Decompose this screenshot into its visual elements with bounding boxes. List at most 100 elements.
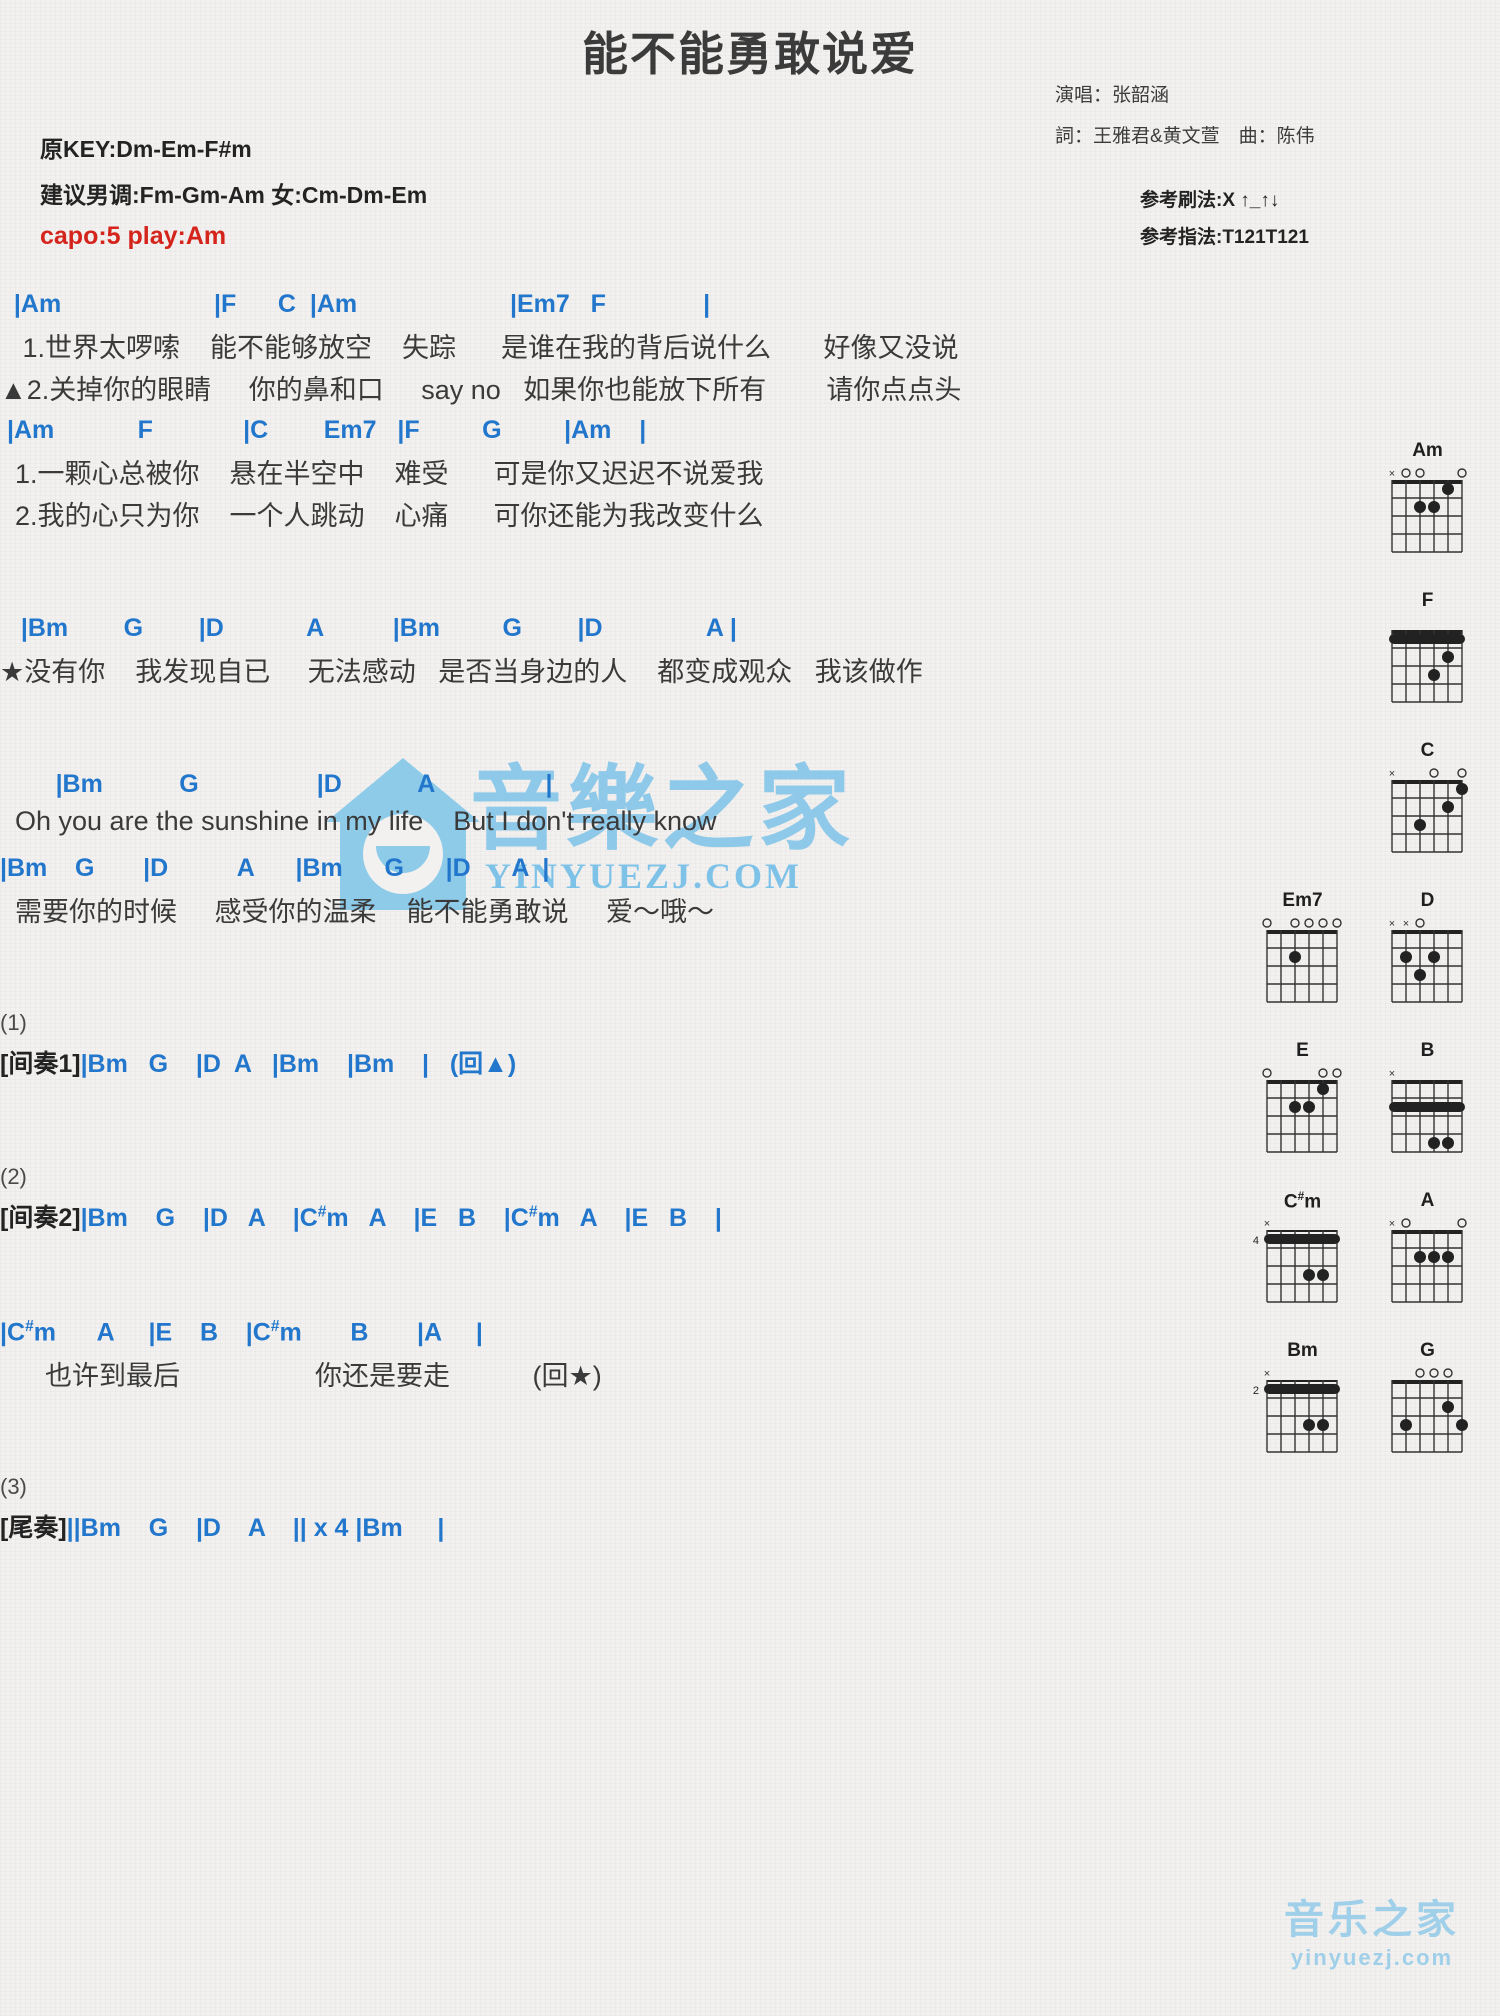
lyric-line: 也许到最后 你还是要走 (回★) xyxy=(0,1361,602,1391)
chord-diagram-row: F xyxy=(1240,590,1490,740)
interlude-row: [间奏1]|Bm G |D A |Bm |Bm | (回▲) xyxy=(0,1044,1230,1086)
chord-diagram-row: C#m × 4 A × xyxy=(1240,1190,1490,1340)
chord-line: |Am |F C |Am |Em7 F | xyxy=(0,290,711,318)
chord-diagram-name: Em7 xyxy=(1282,890,1323,911)
chord-diagram-d: D × × xyxy=(1365,890,1490,1026)
svg-text:4: 4 xyxy=(1253,1235,1259,1247)
interlude-label: [间奏1] xyxy=(0,1050,81,1078)
lyricist-composer-label: 詞：王雅君&黄文萱 曲：陈伟 xyxy=(1055,126,1315,147)
watermark-corner-cn: 音乐之家 xyxy=(1284,1898,1460,1942)
song-title: 能不能勇敢说爱 xyxy=(582,28,918,80)
chord-diagram-f: F xyxy=(1365,590,1490,726)
chord-diagram-am: Am × xyxy=(1365,440,1490,576)
capo-label: capo:5 play:Am xyxy=(40,222,227,250)
chord-diagram-c: C × xyxy=(1365,740,1490,876)
chord-diagram-e: E xyxy=(1240,1040,1365,1176)
svg-text:×: × xyxy=(1263,1218,1269,1230)
svg-text:2: 2 xyxy=(1253,1385,1259,1397)
section-outro: (3) [尾奏]||Bm G |D A || x 4 |Bm | xyxy=(0,1474,1230,1550)
chord-line: |Am F |C Em7 |F G |Am | xyxy=(0,416,647,444)
strum-pattern-label: 参考刷法:X ↑_↑↓ xyxy=(1140,190,1280,211)
lyric-line: 1.一颗心总被你 悬在半空中 难受 可是你又迟迟不说爱我 xyxy=(0,459,764,489)
chord-diagram-name: Am xyxy=(1412,440,1443,461)
chord-diagram-grid xyxy=(1240,914,1365,1026)
svg-text:×: × xyxy=(1263,1368,1269,1380)
interlude-label: [间奏2] xyxy=(0,1204,81,1232)
suggested-key-label: 建议男调:Fm-Gm-Am 女:Cm-Dm-Em xyxy=(40,182,428,208)
chord-line: |C#m A |E B |C#m B |A | xyxy=(0,1318,483,1347)
chord-diagram-b: B × xyxy=(1365,1040,1490,1176)
playing-pattern-block: 参考刷法:X ↑_↑↓ 参考指法:T121T121 xyxy=(1140,185,1309,259)
chord-diagram-row: Am × xyxy=(1240,440,1490,590)
chord-diagram-row: C × xyxy=(1240,740,1490,890)
chord-diagram-grid xyxy=(1365,614,1490,726)
svg-text:×: × xyxy=(1402,918,1408,930)
section-bridge: |C#m A |E B |C#m B |A | 也许到最后 你还是要走 (回★) xyxy=(0,1318,1230,1396)
key-info-block: 原KEY:Dm-Em-F#m 建议男调:Fm-Gm-Am 女:Cm-Dm-Em … xyxy=(40,130,427,263)
section-chorus-2: |Bm G |D A | Oh you are the sunshine in … xyxy=(0,770,1230,848)
watermark-corner-en: yinyuezj.com xyxy=(1290,1945,1454,1970)
chord-diagram-panel: Am × F C × Em7 D × × E B × C#m × 4 A × Bm × 2 G xyxy=(1240,440,1490,1490)
credits-block: 演唱：张韶涵 詞：王雅君&黄文萱 曲：陈伟 xyxy=(1055,80,1315,162)
song-body: |Am |F C |Am |Em7 F | 1.世界太啰嗦 能不能够放空 失踪 … xyxy=(0,290,1230,1556)
chord-diagram-name: C xyxy=(1420,740,1435,761)
section-interlude-2: (2) [间奏2]|Bm G |D A |C#m A |E B |C#m A |… xyxy=(0,1164,1230,1240)
chord-diagram-csharpm: C#m × 4 xyxy=(1240,1190,1365,1326)
chord-diagram-grid: × xyxy=(1365,1214,1490,1326)
section-verse-1: |Am |F C |Am |Em7 F | 1.世界太啰嗦 能不能够放空 失踪 … xyxy=(0,290,1230,410)
outro-number: (3) xyxy=(0,1474,27,1499)
chord-diagram-name: G xyxy=(1420,1340,1435,1361)
svg-text:×: × xyxy=(1388,918,1394,930)
lyric-line: ★没有你 我发现自已 无法感动 是否当身边的人 都变成观众 我该做作 xyxy=(0,657,923,687)
chord-diagram-grid: × × xyxy=(1365,914,1490,1026)
svg-text:×: × xyxy=(1388,768,1394,780)
chord-diagram-em7: Em7 xyxy=(1240,890,1365,1026)
chord-diagram-name: C#m xyxy=(1283,1190,1322,1213)
chord-diagram-grid: × xyxy=(1365,764,1490,876)
original-key-label: 原KEY:Dm-Em-F#m xyxy=(40,136,252,162)
interlude-chords: |Bm G |D A |Bm |Bm | (回▲) xyxy=(80,1050,517,1078)
svg-text:×: × xyxy=(1388,1218,1394,1230)
finger-pattern-label: 参考指法:T121T121 xyxy=(1140,227,1309,248)
chord-diagram-grid xyxy=(1365,1364,1490,1476)
svg-text:×: × xyxy=(1388,1068,1394,1080)
outro-chords: ||Bm G |D A || x 4 |Bm | xyxy=(66,1514,445,1542)
interlude-row: [间奏2]|Bm G |D A |C#m A |E B |C#m A |E B … xyxy=(0,1198,1230,1240)
lyric-line: Oh you are the sunshine in my life But I… xyxy=(0,806,717,836)
chord-diagram-grid xyxy=(1240,1064,1365,1176)
svg-text:×: × xyxy=(1388,468,1394,480)
lyric-line: 需要你的时候 感受你的温柔 能不能勇敢说 爱～哦～ xyxy=(0,897,715,927)
chord-line: |Bm G |D A | xyxy=(0,770,553,798)
watermark-corner: 音乐之家 yinyuezj.com xyxy=(1284,1887,1460,1971)
chord-diagram-a: A × xyxy=(1365,1190,1490,1326)
lyric-line: 2.我的心只为你 一个人跳动 心痛 可你还能为我改变什么 xyxy=(0,501,764,531)
chord-diagram-grid: × 2 xyxy=(1240,1364,1365,1476)
chord-sheet-page: 能不能勇敢说爱 原KEY:Dm-Em-F#m 建议男调:Fm-Gm-Am 女:C… xyxy=(0,0,1500,2016)
chord-line: |Bm G |D A |Bm G |D A | xyxy=(0,854,550,882)
section-interlude-1: (1) [间奏1]|Bm G |D A |Bm |Bm | (回▲) xyxy=(0,1010,1230,1086)
outro-row: [尾奏]||Bm G |D A || x 4 |Bm | xyxy=(0,1508,1230,1550)
interlude-number: (1) xyxy=(0,1010,27,1035)
chord-diagram-bm: Bm × 2 xyxy=(1240,1340,1365,1476)
chord-diagram-row: Em7 D × × xyxy=(1240,890,1490,1040)
chord-diagram-name: E xyxy=(1296,1040,1309,1061)
chord-line: |Bm G |D A |Bm G |D A | xyxy=(0,614,737,642)
chord-diagram-name: A xyxy=(1420,1190,1435,1211)
section-chorus-3: |Bm G |D A |Bm G |D A | 需要你的时候 感受你的温柔 能不… xyxy=(0,854,1230,932)
lyric-line: ▲2.关掉你的眼睛 你的鼻和口 say no 如果你也能放下所有 请你点点头 xyxy=(0,375,962,405)
interlude-number: (2) xyxy=(0,1164,27,1189)
interlude-chords: |Bm G |D A |C#m A |E B |C#m A |E B | xyxy=(80,1203,722,1232)
chord-diagram-grid: × xyxy=(1365,1064,1490,1176)
chord-diagram-name: B xyxy=(1420,1040,1435,1061)
lyric-line: 1.世界太啰嗦 能不能够放空 失踪 是谁在我的背后说什么 好像又没说 xyxy=(0,333,959,363)
